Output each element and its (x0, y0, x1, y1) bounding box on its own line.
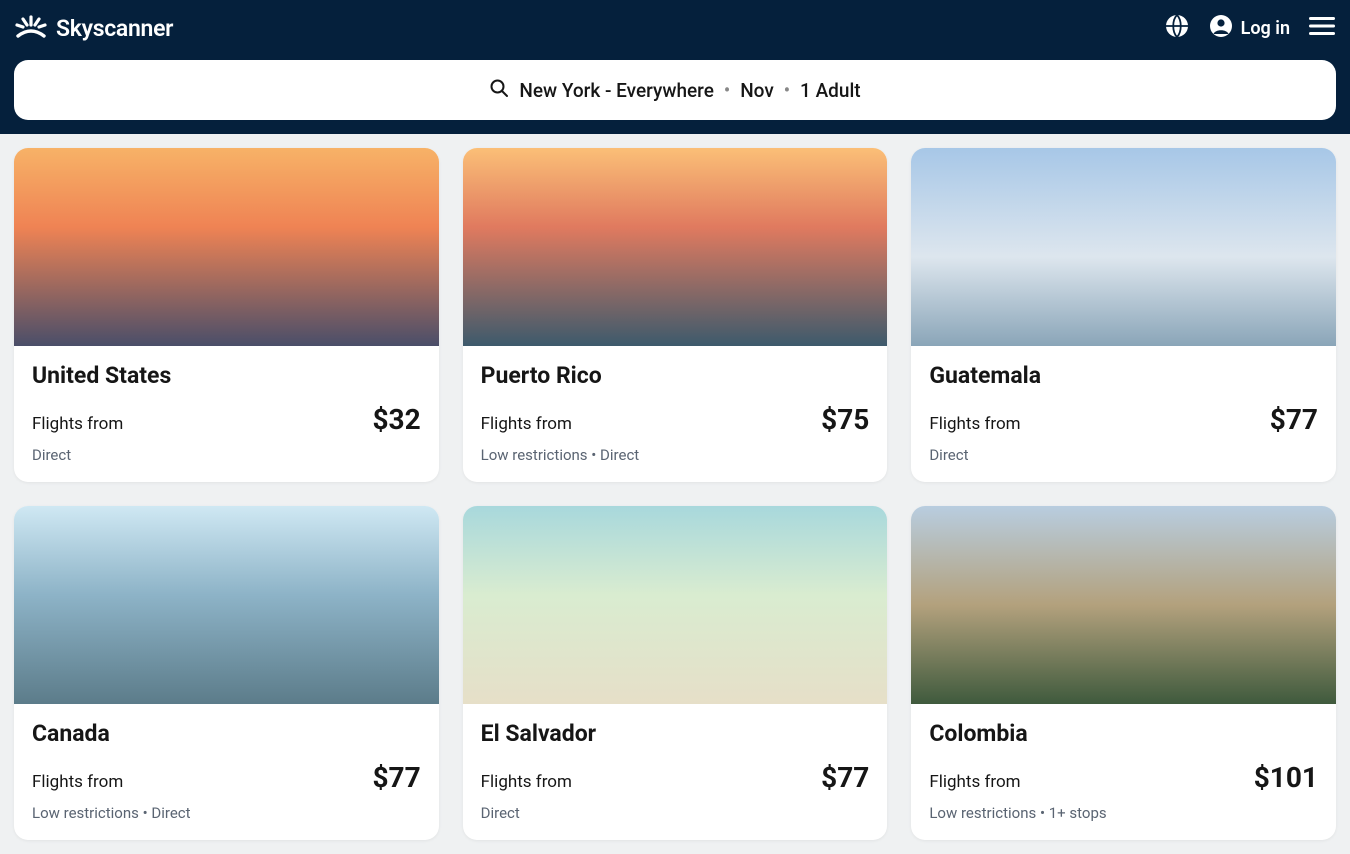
price: $77 (372, 761, 420, 794)
search-icon (489, 78, 509, 103)
price-row: Flights from $32 (32, 403, 421, 436)
card-body: Canada Flights from $77 Low restrictions… (14, 704, 439, 840)
destination-card[interactable]: Colombia Flights from $101 Low restricti… (911, 506, 1336, 840)
results-grid: United States Flights from $32 Direct Pu… (0, 134, 1350, 854)
destination-card[interactable]: Canada Flights from $77 Low restrictions… (14, 506, 439, 840)
login-label: Log in (1241, 18, 1290, 39)
card-body: United States Flights from $32 Direct (14, 346, 439, 482)
card-body: El Salvador Flights from $77 Direct (463, 704, 888, 840)
user-icon (1209, 14, 1233, 42)
menu-button[interactable] (1308, 14, 1336, 42)
topbar-right: Log in (1163, 14, 1336, 42)
card-body: Puerto Rico Flights from $75 Low restric… (463, 346, 888, 482)
destination-image (463, 506, 888, 704)
destination-image (911, 506, 1336, 704)
destination-title: Canada (32, 720, 421, 747)
topbar: Skyscanner Log i (14, 0, 1336, 56)
destination-image (14, 506, 439, 704)
price: $77 (821, 761, 869, 794)
destination-title: Guatemala (929, 362, 1318, 389)
price: $75 (821, 403, 869, 436)
header: Skyscanner Log i (0, 0, 1350, 134)
card-meta: Low restrictions • Direct (32, 804, 421, 822)
price-row: Flights from $75 (481, 403, 870, 436)
flights-from-label: Flights from (32, 414, 123, 434)
search-query: New York - Everywhere (519, 79, 714, 102)
search-pax: 1 Adult (800, 79, 861, 102)
destination-title: Puerto Rico (481, 362, 870, 389)
logo-mark-icon (14, 14, 48, 42)
login-button[interactable]: Log in (1209, 14, 1290, 42)
hamburger-icon (1309, 16, 1335, 40)
search-summary-bar[interactable]: New York - Everywhere • Nov • 1 Adult (14, 60, 1336, 120)
price: $77 (1270, 403, 1318, 436)
destination-title: United States (32, 362, 421, 389)
flights-from-label: Flights from (929, 772, 1020, 792)
destination-card[interactable]: Puerto Rico Flights from $75 Low restric… (463, 148, 888, 482)
card-body: Guatemala Flights from $77 Direct (911, 346, 1336, 482)
destination-image (14, 148, 439, 346)
destination-title: El Salvador (481, 720, 870, 747)
destination-card[interactable]: United States Flights from $32 Direct (14, 148, 439, 482)
card-meta: Low restrictions • 1+ stops (929, 804, 1318, 822)
destination-title: Colombia (929, 720, 1318, 747)
price-row: Flights from $77 (481, 761, 870, 794)
flights-from-label: Flights from (929, 414, 1020, 434)
region-button[interactable] (1163, 14, 1191, 42)
destination-card[interactable]: Guatemala Flights from $77 Direct (911, 148, 1336, 482)
destination-image (911, 148, 1336, 346)
brand-name: Skyscanner (56, 15, 173, 42)
separator-dot: • (784, 80, 790, 101)
flights-from-label: Flights from (481, 772, 572, 792)
card-body: Colombia Flights from $101 Low restricti… (911, 704, 1336, 840)
card-meta: Direct (32, 446, 421, 464)
search-month: Nov (740, 79, 774, 102)
price: $32 (372, 403, 420, 436)
search-summary-content: New York - Everywhere • Nov • 1 Adult (489, 78, 860, 103)
price: $101 (1254, 761, 1318, 794)
globe-icon (1165, 14, 1189, 42)
brand-logo[interactable]: Skyscanner (14, 14, 173, 42)
price-row: Flights from $77 (32, 761, 421, 794)
flights-from-label: Flights from (32, 772, 123, 792)
card-meta: Direct (929, 446, 1318, 464)
price-row: Flights from $77 (929, 403, 1318, 436)
card-meta: Direct (481, 804, 870, 822)
separator-dot: • (724, 80, 730, 101)
destination-image (463, 148, 888, 346)
price-row: Flights from $101 (929, 761, 1318, 794)
card-meta: Low restrictions • Direct (481, 446, 870, 464)
destination-card[interactable]: El Salvador Flights from $77 Direct (463, 506, 888, 840)
flights-from-label: Flights from (481, 414, 572, 434)
